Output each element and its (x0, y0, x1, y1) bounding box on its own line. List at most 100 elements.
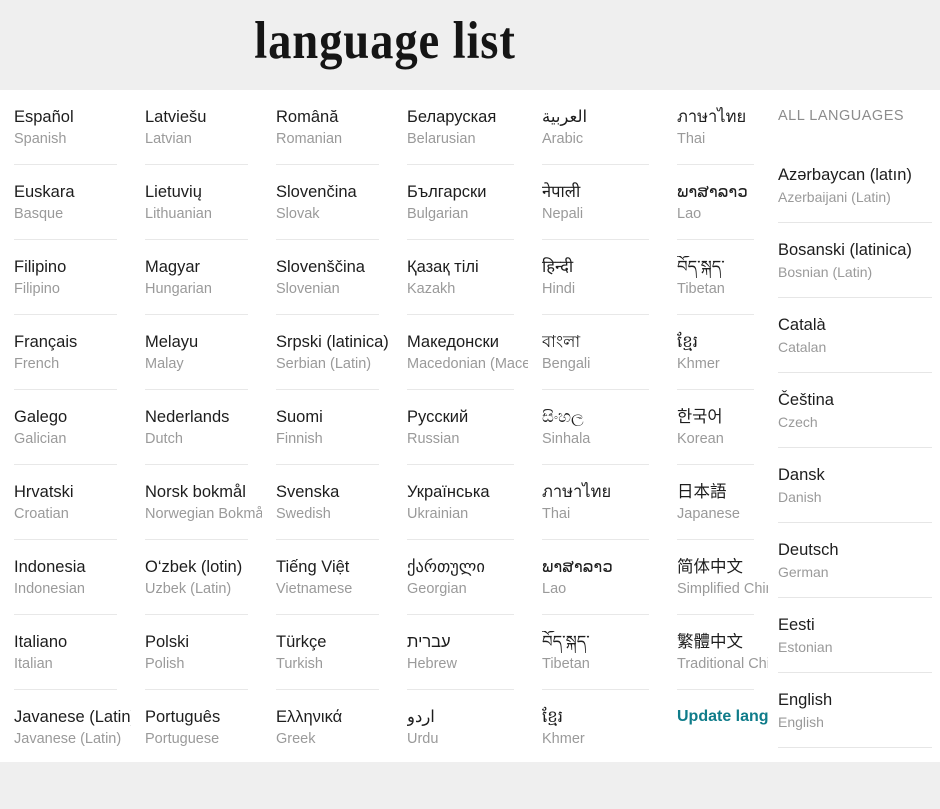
language-item[interactable]: Беларуская Belarusian (407, 90, 528, 165)
language-item[interactable]: Nederlands Dutch (145, 390, 262, 465)
language-item[interactable]: Eesti Estonian (778, 598, 940, 673)
language-english-name: English (778, 714, 824, 730)
language-english-name: Hindi (542, 281, 576, 297)
language-english-name: Russian (407, 431, 460, 447)
language-item[interactable]: Қазақ тілі Kazakh (407, 240, 528, 315)
language-item[interactable]: Български Bulgarian (407, 165, 528, 240)
language-item[interactable]: Slovenčina Slovak (276, 165, 393, 240)
language-native-name: Ελληνικά (276, 708, 343, 726)
language-english-name: Czech (778, 414, 818, 430)
language-item[interactable]: Türkçe Turkish (276, 615, 393, 690)
language-english-name: Lao (677, 206, 702, 222)
language-native-name: العربية (542, 108, 588, 126)
language-english-name: Spanish (14, 131, 67, 147)
language-list-page: language list Español Spanish Euskara Basqu… (0, 0, 940, 809)
language-native-name: Čeština (778, 391, 834, 409)
update-language-link[interactable]: Update language (677, 690, 768, 762)
language-english-name: Vietnamese (276, 581, 353, 597)
language-native-name: Български (407, 183, 487, 201)
language-item[interactable]: ພາສາລາວ Lao (677, 165, 768, 240)
language-native-name: עברית (407, 633, 451, 651)
language-english-name: Japanese (677, 506, 740, 522)
language-item[interactable]: English English (778, 673, 940, 748)
language-item[interactable]: Ελληνικά Greek (276, 690, 393, 762)
language-item[interactable]: Suomi Finnish (276, 390, 393, 465)
language-english-name: Slovak (276, 206, 320, 222)
language-native-name: Eesti (778, 616, 815, 634)
language-item[interactable]: Bosanski (latinica) Bosnian (Latin) (778, 223, 940, 298)
language-english-name: German (778, 564, 829, 580)
language-item[interactable]: עברית Hebrew (407, 615, 528, 690)
language-english-name: Korean (677, 431, 724, 447)
language-english-name: Norwegian Bokmål (145, 506, 262, 522)
language-native-name: Filipino (14, 258, 67, 276)
language-item[interactable]: Srpski (latinica) Serbian (Latin) (276, 315, 393, 390)
language-item[interactable]: Indonesia Indonesian (14, 540, 131, 615)
language-english-name: Javanese (Latin) (14, 731, 122, 747)
language-item[interactable]: Polski Polish (145, 615, 262, 690)
language-item[interactable]: ქართული Georgian (407, 540, 528, 615)
language-item[interactable]: Italiano Italian (14, 615, 131, 690)
language-item[interactable]: Català Catalan (778, 298, 940, 373)
language-item[interactable]: नेपाली Nepali (542, 165, 663, 240)
language-item[interactable]: O‘zbek (lotin) Uzbek (Latin) (145, 540, 262, 615)
language-item[interactable]: اردو Urdu (407, 690, 528, 762)
language-item[interactable]: Македонски Macedonian (Macedonia) (407, 315, 528, 390)
language-item[interactable]: ខ្មែរ Khmer (677, 315, 768, 390)
language-item[interactable]: Magyar Hungarian (145, 240, 262, 315)
language-item[interactable]: Norsk bokmål Norwegian Bokmål (145, 465, 262, 540)
language-item[interactable]: Hrvatski Croatian (14, 465, 131, 540)
language-item[interactable]: Latviešu Latvian (145, 90, 262, 165)
language-item[interactable]: Русский Russian (407, 390, 528, 465)
language-item[interactable]: Javanese (Latin) Javanese (Latin) (14, 690, 131, 762)
language-item[interactable]: Svenska Swedish (276, 465, 393, 540)
language-item[interactable]: ខ្មែរ Khmer (542, 690, 663, 762)
language-item[interactable]: ພາສາລາວ Lao (542, 540, 663, 615)
language-native-name: ภาษาไทย (542, 483, 612, 501)
language-item[interactable]: Română Romanian (276, 90, 393, 165)
language-native-name: ພາສາລາວ (542, 558, 613, 576)
language-item[interactable]: Filipino Filipino (14, 240, 131, 315)
language-item[interactable]: العربية Arabic (542, 90, 663, 165)
language-item[interactable]: Lietuvių Lithuanian (145, 165, 262, 240)
language-native-name: Javanese (Latin) (14, 708, 131, 726)
language-item[interactable]: සිංහල Sinhala (542, 390, 663, 465)
language-english-name: Portuguese (145, 731, 220, 747)
language-native-name: नेपाली (542, 183, 581, 201)
language-item[interactable]: Português Portuguese (145, 690, 262, 762)
language-item[interactable]: Español Spanish (14, 90, 131, 165)
language-item[interactable]: हिन्दी Hindi (542, 240, 663, 315)
language-item[interactable]: Slovenščina Slovenian (276, 240, 393, 315)
language-item[interactable]: Українська Ukrainian (407, 465, 528, 540)
language-english-name: Tibetan (677, 281, 725, 297)
language-item[interactable]: 한국어 Korean (677, 390, 768, 465)
language-native-name: O‘zbek (lotin) (145, 558, 243, 576)
language-english-name: Greek (276, 731, 316, 747)
language-native-name: Euskara (14, 183, 75, 201)
language-item[interactable]: Tiếng Việt Vietnamese (276, 540, 393, 615)
language-item[interactable]: Čeština Czech (778, 373, 940, 448)
language-item[interactable]: Azərbaycan (latın) Azerbaijani (Latin) (778, 148, 940, 223)
language-item[interactable]: 简体中文 Simplified Chinese (677, 540, 768, 615)
language-english-name: Uzbek (Latin) (145, 581, 232, 597)
language-english-name: Belarusian (407, 131, 476, 147)
language-native-name: Română (276, 108, 339, 126)
language-item[interactable]: ภาษาไทย Thai (677, 90, 768, 165)
language-item[interactable]: བོད་སྐད་ Tibetan (677, 240, 768, 315)
language-item[interactable]: Euskara Basque (14, 165, 131, 240)
language-item[interactable]: 繁體中文 Traditional Chinese (677, 615, 768, 690)
language-item[interactable]: 日本語 Japanese (677, 465, 768, 540)
language-item[interactable]: Deutsch German (778, 523, 940, 598)
language-english-name: Catalan (778, 339, 827, 355)
language-item[interactable]: বাংলা Bengali (542, 315, 663, 390)
language-item[interactable]: Français French (14, 315, 131, 390)
language-item[interactable]: ภาษาไทย Thai (542, 465, 663, 540)
language-item[interactable]: Galego Galician (14, 390, 131, 465)
language-item[interactable]: བོད་སྐད་ Tibetan (542, 615, 663, 690)
language-english-name: Traditional Chinese (677, 656, 768, 672)
language-item[interactable]: Melayu Malay (145, 315, 262, 390)
language-item[interactable]: Dansk Danish (778, 448, 940, 523)
language-english-name: Thai (542, 506, 571, 522)
language-english-name: Estonian (778, 639, 833, 655)
language-native-name: ខ្មែរ (677, 333, 698, 351)
